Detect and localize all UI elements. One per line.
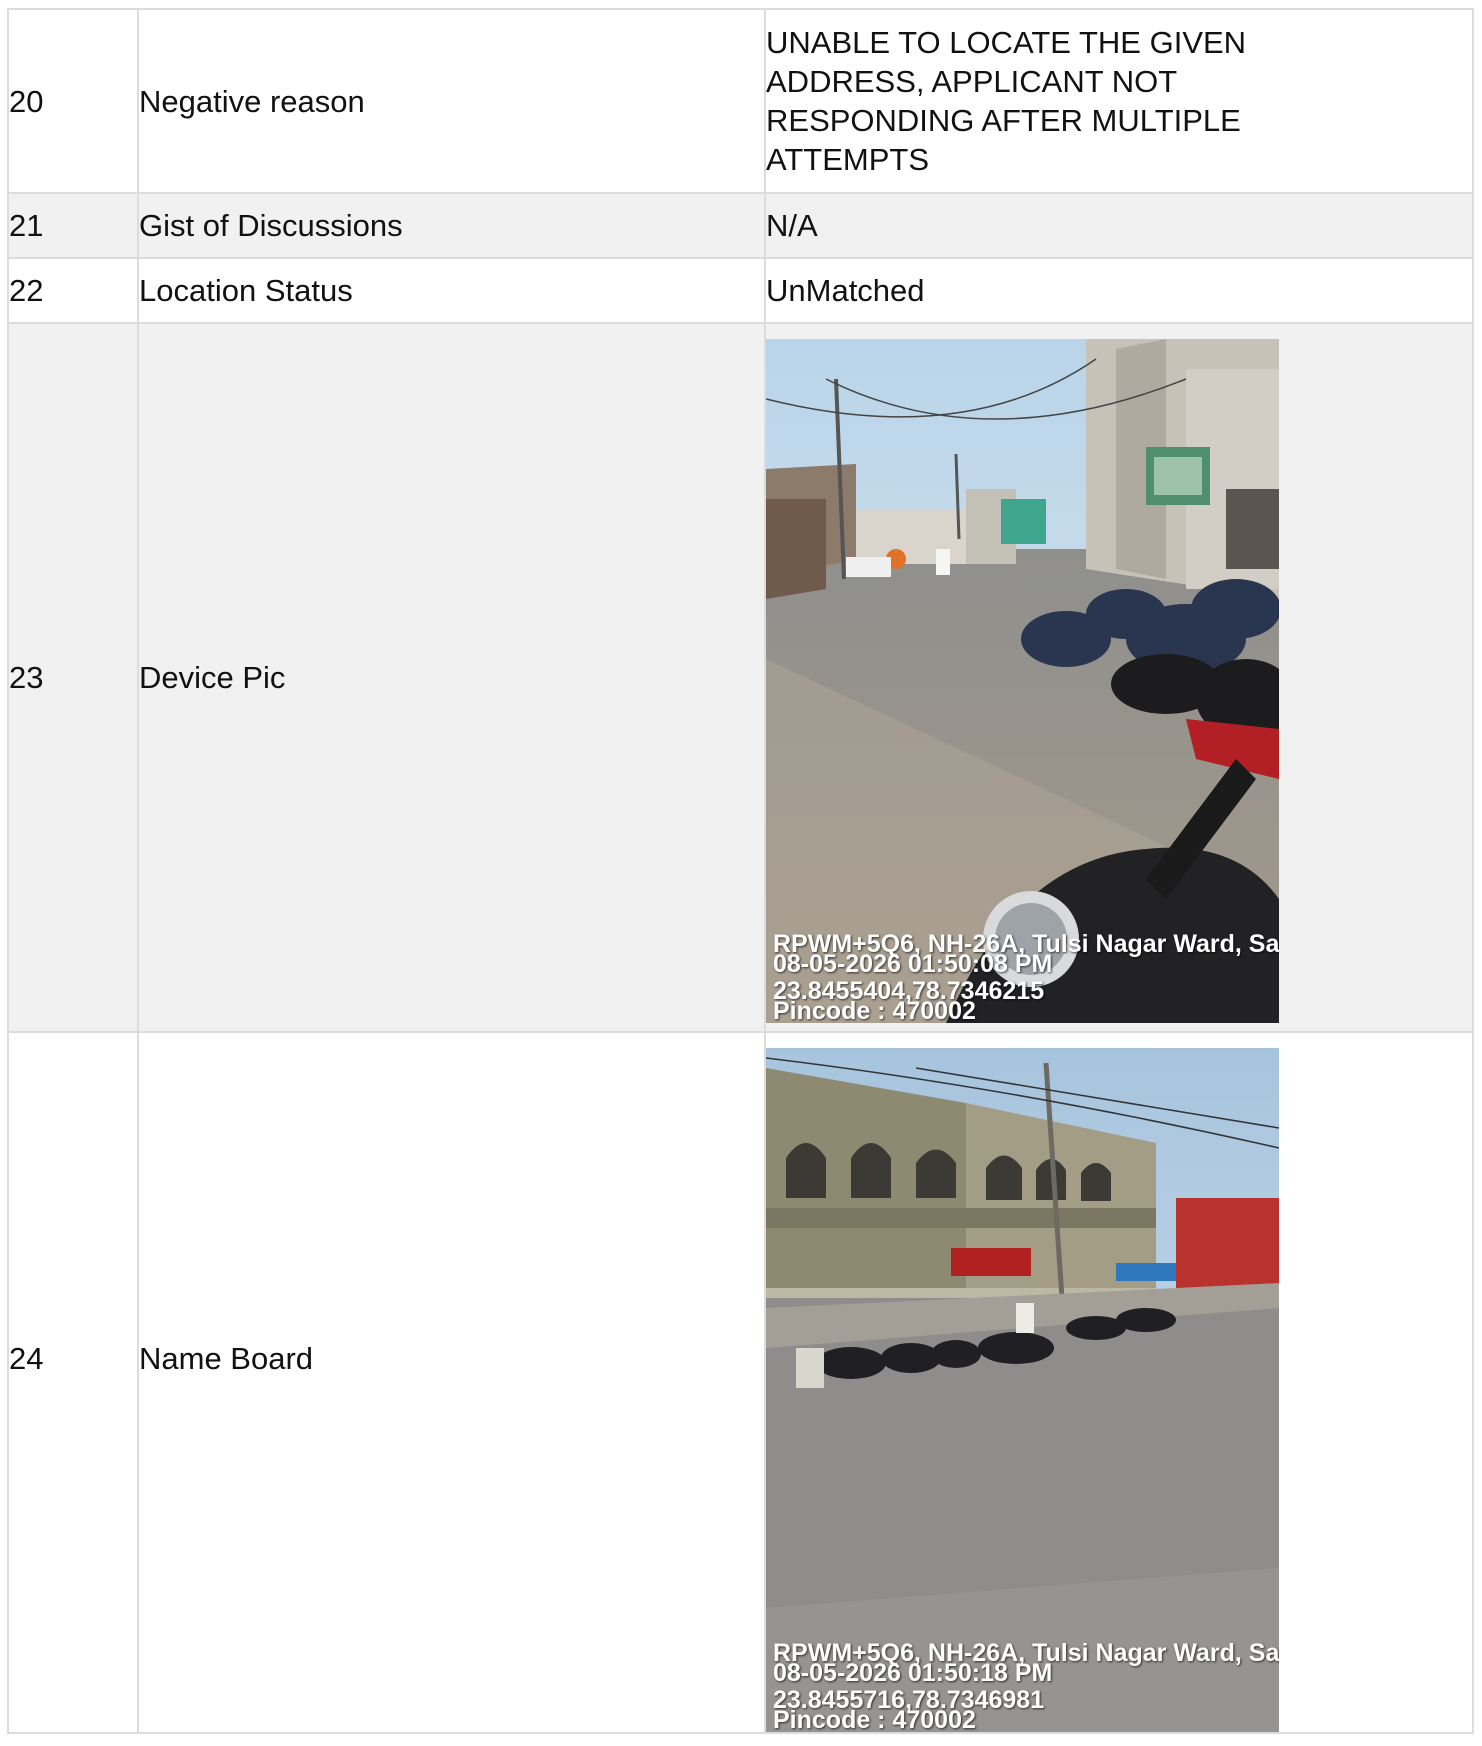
field-value: UnMatched bbox=[764, 257, 1474, 324]
table-row: 23 Device Pic RPWM+5Q6, NH-26A, Tulsi Na… bbox=[7, 322, 1474, 1033]
field-value: RPWM+5Q6, NH-26A, Tulsi Nagar Ward, Sag … bbox=[764, 322, 1474, 1033]
street-scene-image bbox=[766, 339, 1279, 1023]
row-number: 23 bbox=[7, 322, 139, 1033]
field-value: N/A bbox=[764, 192, 1474, 259]
field-label: Negative reason bbox=[137, 8, 766, 194]
table-row: 21 Gist of Discussions N/A bbox=[7, 192, 1474, 259]
name-board-photo[interactable]: RPWM+5Q6, NH-26A, Tulsi Nagar Ward, Sag … bbox=[766, 1048, 1279, 1732]
field-value: RPWM+5Q6, NH-26A, Tulsi Nagar Ward, Sag … bbox=[764, 1031, 1474, 1734]
report-table: 20 Negative reason UNABLE TO LOCATE THE … bbox=[7, 8, 1474, 1734]
row-number: 22 bbox=[7, 257, 139, 324]
device-photo[interactable]: RPWM+5Q6, NH-26A, Tulsi Nagar Ward, Sag … bbox=[766, 339, 1279, 1023]
photo-geotag: RPWM+5Q6, NH-26A, Tulsi Nagar Ward, Sag … bbox=[773, 932, 1279, 1024]
table-row: 20 Negative reason UNABLE TO LOCATE THE … bbox=[7, 8, 1474, 194]
field-label: Gist of Discussions bbox=[137, 192, 766, 259]
photo-geotag: RPWM+5Q6, NH-26A, Tulsi Nagar Ward, Sag … bbox=[773, 1641, 1279, 1733]
field-label: Device Pic bbox=[137, 322, 766, 1033]
row-number: 20 bbox=[7, 8, 139, 194]
row-number: 21 bbox=[7, 192, 139, 259]
building-scene-image bbox=[766, 1048, 1279, 1732]
table-row: 24 Name Board RPWM+5Q6, NH-26A, Tulsi Na… bbox=[7, 1031, 1474, 1734]
table-row: 22 Location Status UnMatched bbox=[7, 257, 1474, 324]
field-label: Location Status bbox=[137, 257, 766, 324]
field-value: UNABLE TO LOCATE THE GIVEN ADDRESS, APPL… bbox=[764, 8, 1474, 194]
negative-reason-value: UNABLE TO LOCATE THE GIVEN ADDRESS, APPL… bbox=[766, 25, 1247, 177]
field-label: Name Board bbox=[137, 1031, 766, 1734]
row-number: 24 bbox=[7, 1031, 139, 1734]
